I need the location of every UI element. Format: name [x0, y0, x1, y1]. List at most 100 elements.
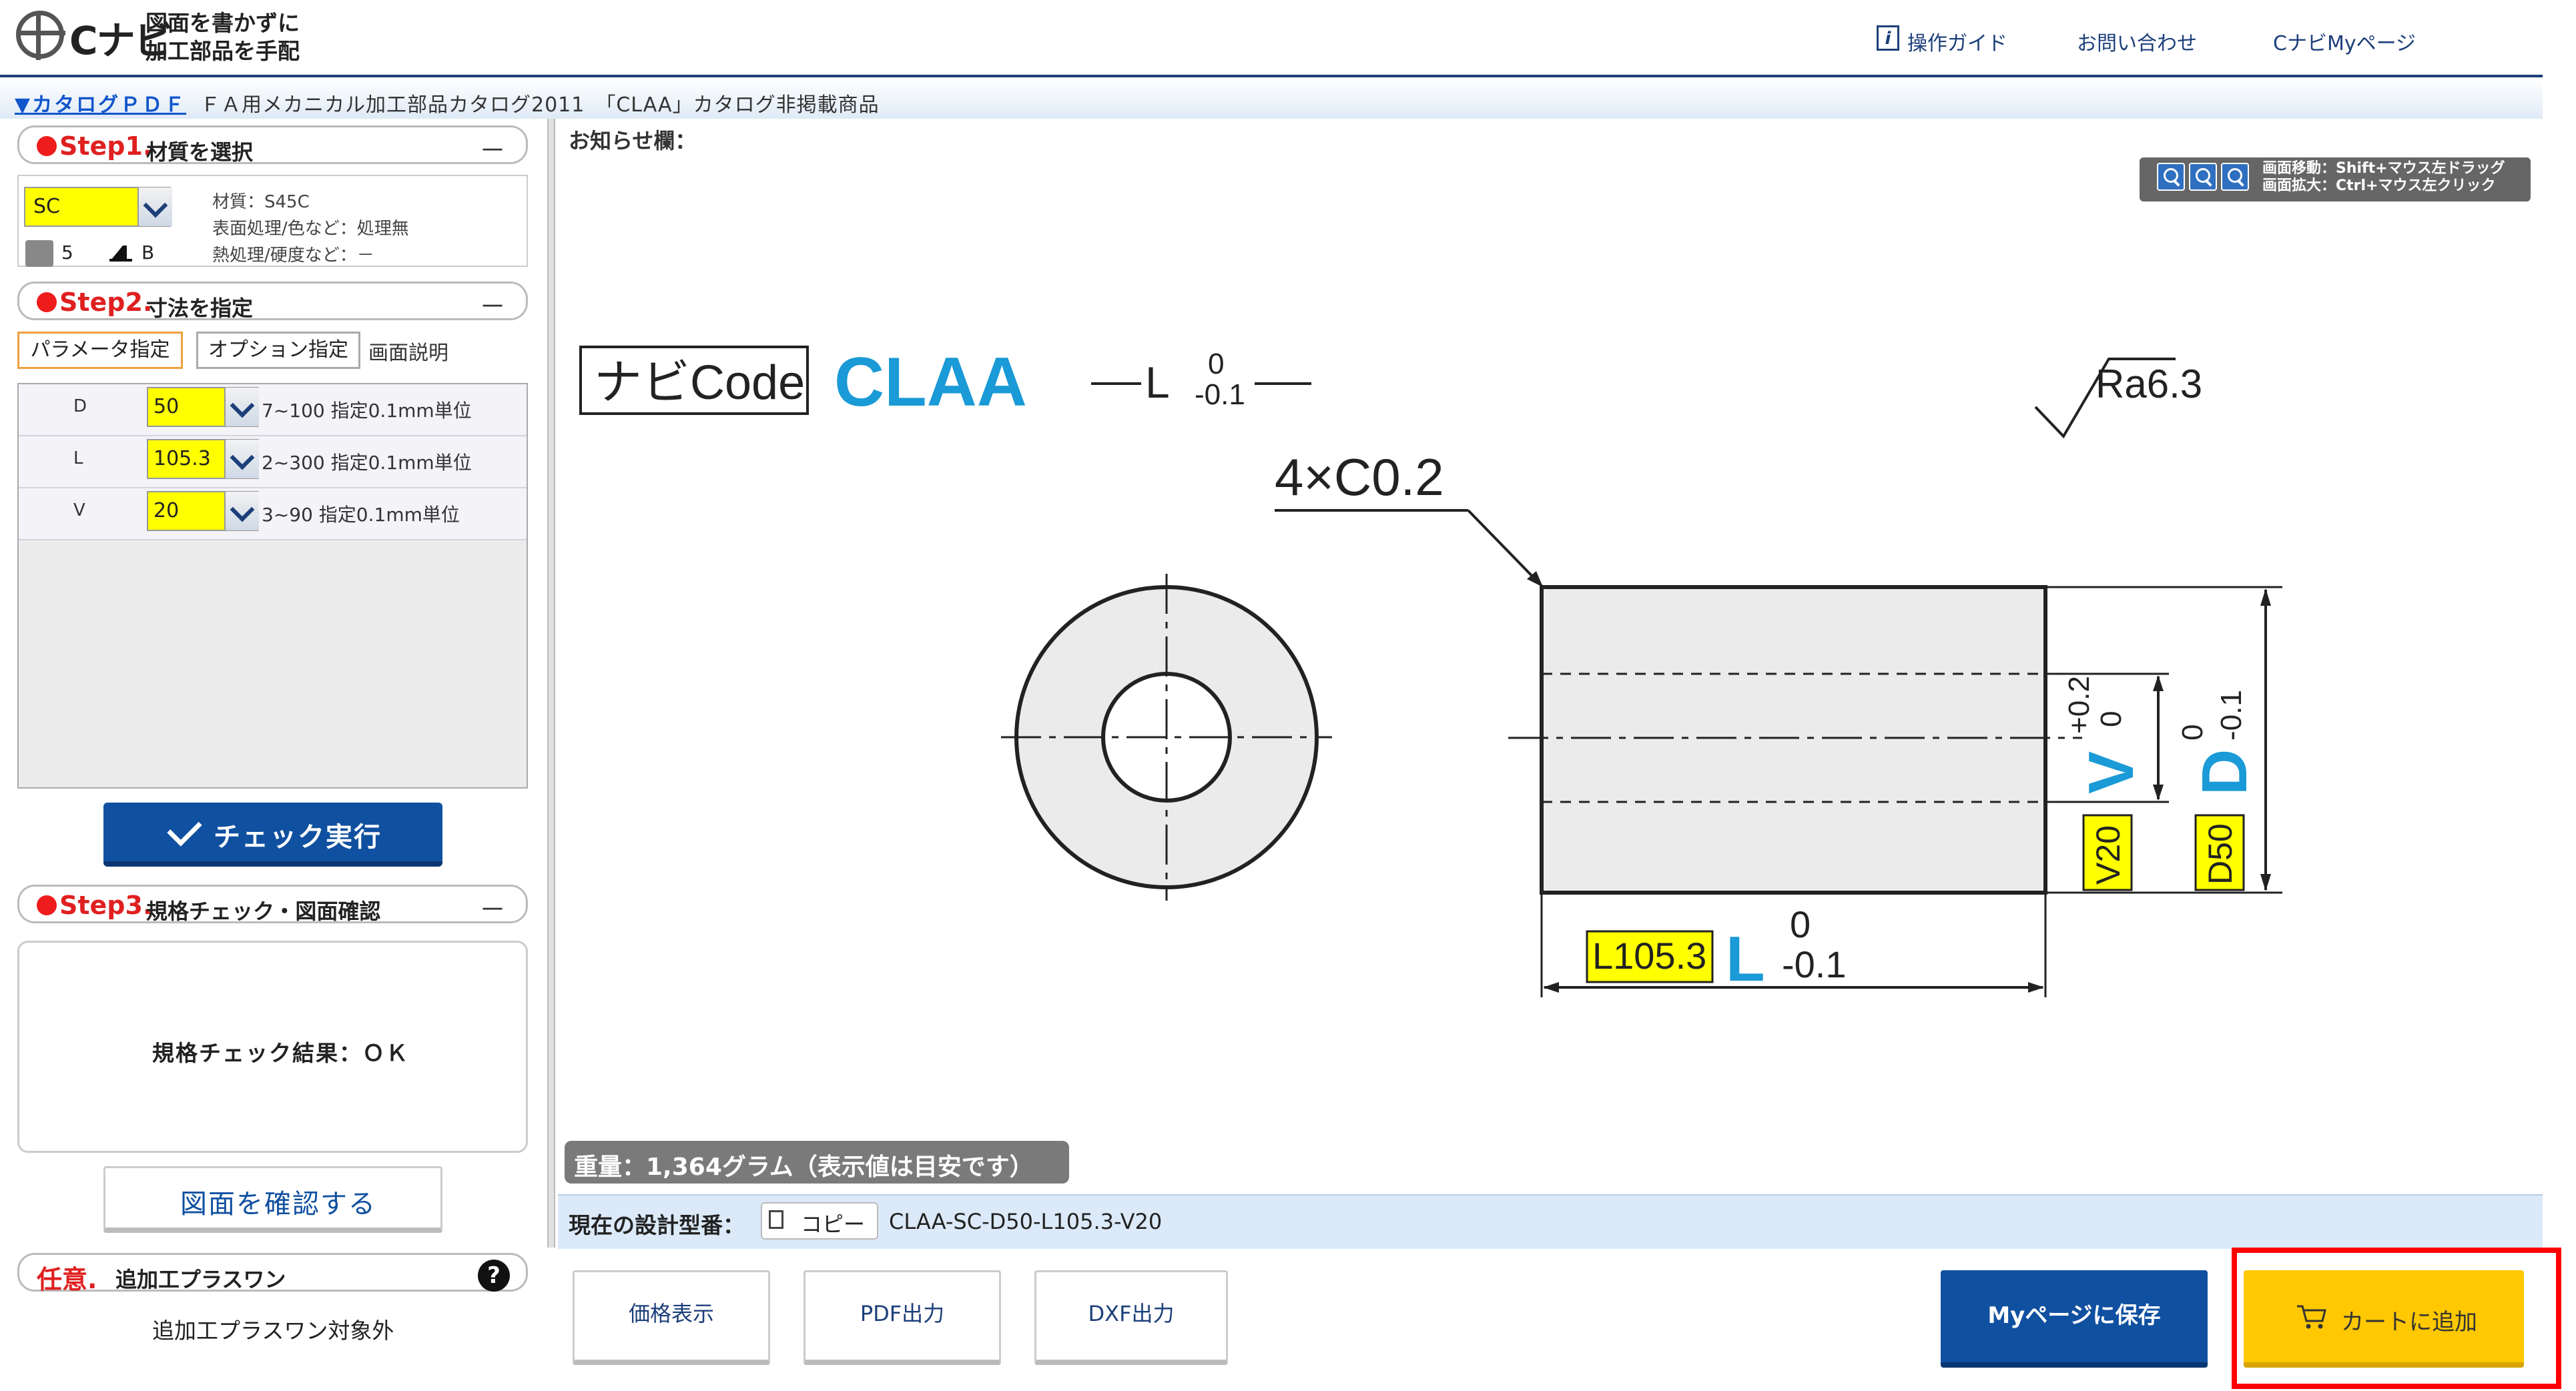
panel-splitter[interactable]: [547, 119, 555, 1248]
copy-icon: [769, 1210, 783, 1229]
chamfer-label: 4×C0.2: [1275, 448, 1444, 506]
catalog-description: ＦＡ用メカニカル加工部品カタログ2011 「CLAA」カタログ非掲載商品: [200, 93, 880, 117]
d-value: D50: [2202, 823, 2239, 885]
side-view-body: [1540, 585, 2047, 895]
rank-icon: [109, 246, 132, 262]
arrowhead-icon: [2153, 785, 2164, 801]
param-range-l: 2~300 指定0.1mm単位: [262, 452, 472, 474]
pdf-output-button[interactable]: PDF出力: [803, 1270, 1001, 1365]
l-tol-bottom: -0.1: [1195, 378, 1245, 411]
zoom-hint-line-2: 画面拡大：Ctrl+マウス左クリック: [2262, 177, 2496, 194]
step-bullet-icon: [37, 895, 57, 915]
roughness-value: Ra6.3: [2096, 362, 2202, 406]
zoom-out-icon[interactable]: [2189, 163, 2217, 191]
step2-number: Step2.: [59, 288, 153, 317]
save-to-mypage-button[interactable]: Myページに保存: [1941, 1270, 2208, 1368]
arrowhead-icon: [2153, 675, 2164, 691]
step-bullet-icon: [37, 136, 57, 156]
check-button-label: チェック実行: [214, 822, 382, 853]
part-number-code: CLAA-SC-D50-L105.3-V20: [889, 1209, 1163, 1234]
material-select-value: SC: [33, 195, 60, 218]
copy-button-label: コピー: [801, 1212, 866, 1237]
param-label-v: V: [73, 500, 85, 520]
optional-number: 任意.: [37, 1265, 97, 1294]
step3-number: Step3.: [59, 891, 153, 920]
chevron-down-icon[interactable]: [224, 440, 259, 478]
leader-line: [1467, 509, 1543, 587]
shipping-days-icon: [25, 240, 53, 267]
info-icon[interactable]: i: [1877, 25, 1899, 51]
d-tol-bottom: -0.1: [2215, 690, 2248, 741]
dxf-output-button[interactable]: DXF出力: [1034, 1270, 1228, 1365]
arrowhead-icon: [2260, 874, 2271, 891]
chevron-down-icon[interactable]: [224, 388, 259, 426]
step1-number: Step1.: [59, 131, 153, 161]
technical-drawing: ナビCode CLAA L 0 -0.1 Ra6.3 4×C0.2 V +0.2…: [579, 344, 2282, 997]
collapse-icon[interactable]: －: [479, 129, 506, 167]
arrowhead-icon: [2260, 588, 2271, 606]
param-range-d: 7~100 指定0.1mm単位: [262, 400, 472, 422]
v-label: V: [2075, 751, 2147, 794]
param-value-d: 50: [153, 395, 180, 418]
rank-value: B: [141, 242, 155, 264]
check-result-text: 規格チェック結果：ＯＫ: [152, 1040, 409, 1066]
navi-code-label: ナビCode: [594, 356, 805, 410]
add-to-cart-label: カートに追加: [2341, 1309, 2477, 1336]
zoom-in-icon[interactable]: [2157, 163, 2185, 191]
catalog-pdf-link[interactable]: ▼カタログＰＤＦ: [15, 88, 186, 117]
tab-parameter[interactable]: パラメータ指定: [17, 332, 183, 369]
optional-note: 追加工プラスワン対象外: [152, 1318, 394, 1344]
step1-title: 材質を選択: [146, 139, 254, 165]
cart-icon: [2297, 1305, 2326, 1329]
contact-link[interactable]: お問い合わせ: [2077, 27, 2197, 56]
l-value: L105.3: [1592, 935, 1706, 977]
shipping-days-value: 5: [61, 242, 73, 264]
param-value-v: 20: [153, 499, 180, 522]
tab-option[interactable]: オプション指定: [196, 332, 360, 369]
operation-guide-link[interactable]: 操作ガイド: [1907, 27, 2007, 56]
zoom-fit-icon[interactable]: [2221, 163, 2249, 191]
weight-text: 重量：1,364グラム（表示値は目安です）: [574, 1153, 1034, 1181]
confirm-drawing-label: 図面を確認する: [180, 1189, 376, 1220]
zoom-hint-line-1: 画面移動：Shift+マウス左ドラッグ: [2262, 160, 2505, 177]
step3-header[interactable]: Step3. 規格チェック・図面確認 －: [17, 885, 528, 925]
surface-treatment-spec: 表面処理/色など：処理無: [212, 219, 409, 239]
zoom-hint: 画面移動：Shift+マウス左ドラッグ 画面拡大：Ctrl+マウス左クリック: [2262, 160, 2505, 195]
v-tol-bottom: 0: [2095, 711, 2128, 727]
help-icon[interactable]: ?: [478, 1260, 510, 1292]
step1-header[interactable]: Step1. 材質を選択 －: [17, 125, 528, 167]
tagline-line-1: 図面を書かずに: [145, 10, 300, 36]
l-tol-top: 0: [1208, 348, 1224, 380]
my-page-link[interactable]: CナビMyページ: [2273, 27, 2416, 56]
collapse-icon[interactable]: －: [479, 285, 506, 324]
optional-header[interactable]: 任意. 追加工プラスワン: [17, 1253, 528, 1294]
l-tol-top-large: 0: [1790, 903, 1811, 945]
v-value: V20: [2089, 825, 2127, 885]
param-label-d: D: [73, 396, 87, 416]
arrowhead-icon: [1543, 982, 1559, 993]
material-spec: 材質：S45C: [212, 192, 310, 212]
notice-label: お知らせ欄：: [569, 128, 697, 153]
chevron-down-icon[interactable]: [224, 492, 259, 530]
collapse-icon[interactable]: －: [479, 888, 506, 927]
l-label-large: L: [1726, 923, 1765, 995]
price-button[interactable]: 価格表示: [573, 1270, 770, 1365]
screen-description-link[interactable]: 画面説明: [368, 336, 448, 366]
param-range-v: 3~90 指定0.1mm単位: [262, 504, 460, 526]
product-code: CLAA: [834, 344, 1027, 421]
arrowhead-icon: [2028, 982, 2044, 993]
tagline: 図面を書かずに 加工部品を手配: [145, 9, 300, 65]
heat-treatment-spec: 熱処理/硬度など：－: [212, 246, 374, 266]
l-tol-bottom-large: -0.1: [1782, 943, 1847, 985]
param-value-l: 105.3: [153, 447, 211, 470]
logo-icon[interactable]: [16, 11, 65, 60]
l-label: L: [1145, 358, 1170, 407]
part-number-label: 現在の設計型番：: [569, 1212, 745, 1238]
step2-title: 寸法を指定: [146, 296, 254, 321]
step2-header[interactable]: Step2. 寸法を指定 －: [17, 282, 528, 322]
chevron-down-icon[interactable]: [137, 187, 172, 226]
d-tol-top: 0: [2176, 725, 2209, 741]
param-label-l: L: [73, 448, 83, 468]
v-tol-top: +0.2: [2063, 676, 2096, 734]
step-bullet-icon: [37, 292, 57, 312]
